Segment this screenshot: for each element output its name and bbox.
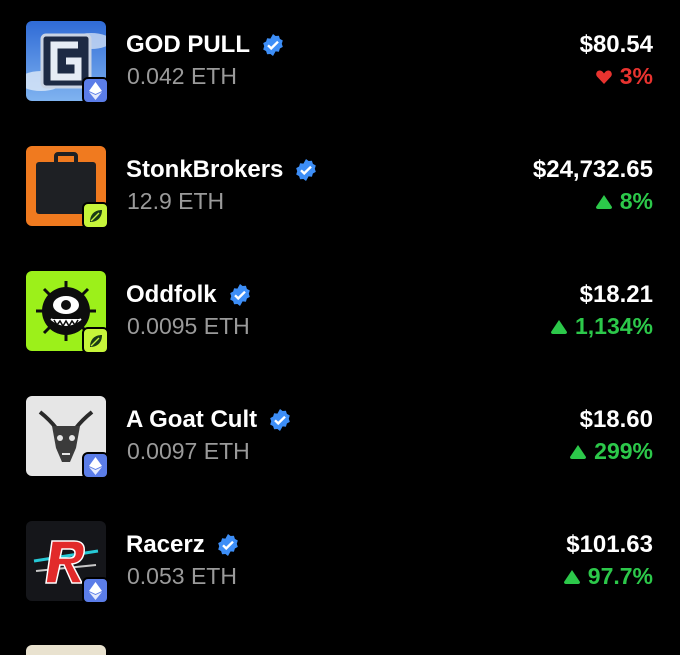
floor-price: 0.0097 ETH	[127, 438, 250, 464]
triangle-up-icon	[550, 319, 567, 334]
usd-price: $80.54	[579, 31, 653, 58]
usd-price: $18.21	[579, 281, 653, 308]
collection-name: Oddfolk	[126, 281, 252, 309]
list-item[interactable]: GOD PULL 0.042 ETH $80.54 3%	[0, 21, 680, 121]
collection-name: Racerz	[126, 531, 240, 559]
usd-price: $101.63	[566, 531, 653, 558]
verified-icon	[270, 409, 290, 431]
price-change: 1,134%	[550, 313, 653, 340]
leaf-icon	[82, 327, 109, 354]
verified-icon	[296, 159, 317, 181]
eth-icon	[82, 77, 109, 104]
triangle-up-icon	[595, 194, 612, 209]
list-item[interactable]: Oddfolk 0.0095 ETH $18.21 1,134%	[0, 271, 680, 371]
heart-down-icon	[595, 69, 612, 84]
price-change: 8%	[595, 188, 653, 215]
floor-price: 0.0095 ETH	[127, 313, 250, 339]
price-change: 3%	[595, 63, 653, 90]
list-item[interactable]: StonkBrokers 12.9 ETH $24,732.65 8%	[0, 146, 680, 246]
verified-icon	[229, 284, 250, 306]
verified-icon	[217, 534, 238, 556]
list-item[interactable]: Racerz 0.053 ETH $101.63 97.7%	[0, 521, 680, 621]
triangle-up-icon	[563, 569, 580, 584]
next-item-thumbnail	[26, 645, 106, 655]
floor-price: 0.042 ETH	[127, 63, 237, 89]
price-change: 97.7%	[563, 563, 653, 590]
list-item[interactable]: A Goat Cult 0.0097 ETH $18.60 299%	[0, 396, 680, 496]
collection-name: StonkBrokers	[126, 156, 318, 184]
eth-icon	[82, 452, 109, 479]
floor-price: 12.9 ETH	[127, 188, 225, 214]
price-change: 299%	[570, 438, 653, 465]
collection-name: A Goat Cult	[126, 406, 292, 434]
eth-icon	[82, 577, 109, 604]
usd-price: $24,732.65	[532, 156, 653, 183]
leaf-icon	[82, 202, 109, 229]
collection-name: GOD PULL	[126, 31, 285, 59]
verified-icon	[263, 34, 283, 56]
triangle-up-icon	[570, 444, 587, 459]
floor-price: 0.053 ETH	[127, 563, 237, 589]
usd-price: $18.60	[579, 406, 653, 433]
